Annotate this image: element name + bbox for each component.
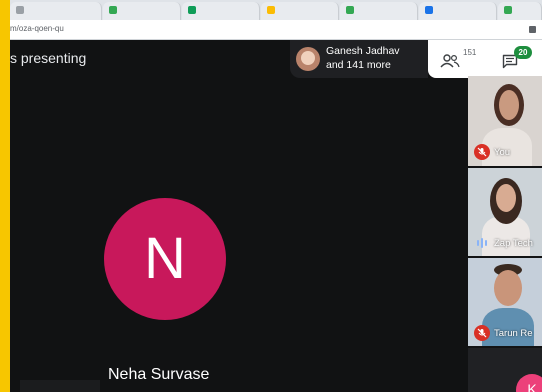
tile-name-label: You (494, 147, 511, 158)
participant-face (499, 90, 519, 120)
tab-favicon-icon (16, 6, 24, 14)
meeting-controls-panel: 151 20 (428, 40, 542, 78)
participant-avatar-small (296, 47, 320, 71)
participant-avatar: N (104, 198, 226, 320)
participant-name: Neha Survase (108, 366, 210, 383)
url-text: m/oza-qoen-qu (10, 24, 64, 33)
tab-favicon-icon (425, 6, 433, 14)
browser-tab[interactable] (419, 2, 497, 20)
people-button[interactable]: 151 (438, 48, 478, 72)
participant-face (494, 270, 522, 306)
participants-first-name: Ganesh Jadhav (326, 45, 400, 57)
bottom-strip (20, 380, 100, 392)
participant-video (482, 308, 534, 346)
browser-tab[interactable] (261, 2, 339, 20)
people-icon (440, 54, 460, 68)
participant-tile-you[interactable]: You (468, 76, 542, 166)
tab-favicon-icon (346, 6, 354, 14)
presenting-label: s presenting (10, 50, 87, 66)
browser-tab[interactable] (340, 2, 418, 20)
participant-face (496, 184, 516, 212)
browser-tab[interactable] (182, 2, 260, 20)
browser-tab[interactable] (498, 2, 542, 20)
screen-frame-left (0, 0, 10, 392)
tile-name-label: Zap Tech (494, 238, 533, 249)
participants-summary: Ganesh Jadhav and 141 more (326, 44, 400, 72)
participants-pill[interactable]: Ganesh Jadhav and 141 more (290, 40, 428, 78)
mic-off-icon (474, 325, 490, 341)
tab-favicon-icon (267, 6, 275, 14)
tile-name-label: Tarun Re (494, 328, 533, 339)
browser-tab[interactable] (10, 2, 102, 20)
people-count: 151 (463, 48, 477, 57)
chat-button[interactable]: 20 (492, 46, 536, 72)
main-presentation-view: s presenting N Neha Survase (10, 40, 468, 392)
tab-favicon-icon (109, 6, 117, 14)
participant-tile-k[interactable]: K (468, 348, 542, 392)
speaking-indicator-icon (477, 238, 487, 248)
address-bar[interactable]: m/oza-qoen-qu (10, 20, 542, 40)
tab-favicon-icon (188, 6, 196, 14)
browser-tab-strip (10, 0, 542, 20)
mic-off-icon (474, 144, 490, 160)
participants-more-count: and 141 more (326, 59, 391, 71)
tab-favicon-icon (504, 6, 512, 14)
extension-icon[interactable] (529, 26, 536, 33)
meeting-stage: s presenting N Neha Survase Ganesh Jadha… (10, 40, 542, 392)
participant-tile-tarun[interactable]: Tarun Re (468, 258, 542, 346)
participant-tile-zap-tech[interactable]: Zap Tech (468, 168, 542, 256)
participant-avatar: K (516, 374, 542, 392)
browser-tab[interactable] (103, 2, 181, 20)
chat-count-badge: 20 (514, 46, 532, 59)
